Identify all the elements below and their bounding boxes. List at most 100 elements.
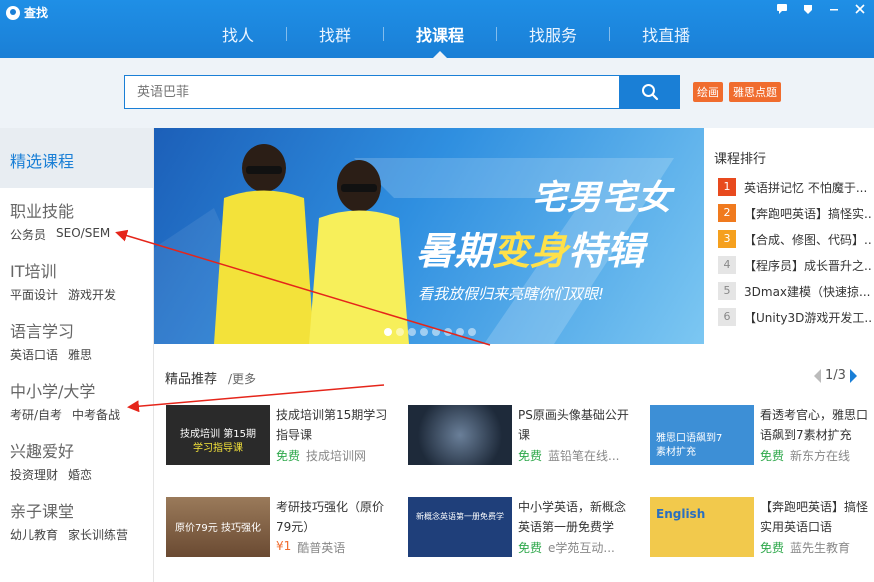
rank-badge: 2 (718, 204, 736, 222)
course-provider: 酷普英语 (297, 541, 346, 555)
recommend-title: 精品推荐 (165, 372, 218, 387)
promo-banner[interactable]: 宅男宅女 暑期变身特辑 看我放假归来亮瞎你们双眼! (154, 128, 704, 344)
carousel-dot[interactable] (396, 328, 404, 336)
category-title[interactable]: 兴趣爱好 (10, 438, 153, 462)
category-subs: 幼儿教育 家长训练营 (10, 526, 153, 543)
tab-find-courses[interactable]: 找课程 (384, 22, 496, 58)
ranking-item[interactable]: 5 3Dmax建模（快速掠... (704, 278, 874, 304)
hot-search-tags: 绘画 雅思点题 (693, 82, 781, 102)
chat-icon[interactable] (774, 3, 790, 17)
course-card[interactable]: 技成培训 第15期 学习指导课 技成培训第15期学习指导课 免费 技成培训网 (166, 405, 406, 469)
tab-find-services[interactable]: 找服务 (497, 22, 609, 46)
rank-badge: 1 (718, 178, 736, 196)
course-card[interactable]: English 【奔跑吧英语】搞怪实用英语口语 免费 蓝先生教育 (650, 497, 874, 561)
category-title[interactable]: 语言学习 (10, 318, 153, 342)
next-page-icon[interactable] (849, 368, 857, 383)
course-price: 免费 (276, 449, 301, 463)
course-price: 免费 (760, 541, 785, 555)
course-meta: 免费 蓝先生教育 (760, 539, 850, 556)
tab-find-people[interactable]: 找人 (190, 22, 286, 46)
ranking-item[interactable]: 6 【Unity3D游戏开发工... (704, 304, 874, 330)
banner-headline: 宅男宅女 (532, 178, 672, 218)
close-icon[interactable] (852, 3, 868, 17)
recommend-more-link[interactable]: /更多 (228, 370, 256, 387)
ranking-course-name: 【程序员】成长晋升之... (744, 258, 872, 273)
course-thumbnail: 新概念英语第一册免费学 (408, 497, 512, 557)
course-meta: 免费 蓝铅笔在线... (518, 447, 619, 464)
carousel-dot[interactable] (444, 328, 452, 336)
category-link[interactable]: 公务员 (10, 226, 46, 243)
course-price: ¥1 (276, 539, 292, 553)
tab-find-live[interactable]: 找直播 (610, 22, 722, 46)
hot-tag-ielts[interactable]: 雅思点题 (729, 82, 781, 102)
ranking-course-name: 【合成、修图、代码】... (744, 232, 872, 247)
ranking-item[interactable]: 3 【合成、修图、代码】... (704, 226, 874, 252)
course-meta: 免费 e学苑互动... (518, 539, 615, 556)
banner-subheadline: 暑期变身特辑 (416, 220, 644, 275)
recommend-header: 精品推荐 /更多 1/3 (154, 362, 874, 392)
carousel-dot[interactable] (420, 328, 428, 336)
category-group: 语言学习 英语口语 雅思 (0, 318, 153, 368)
category-link[interactable]: 英语口语 (10, 346, 58, 363)
search-button[interactable] (620, 75, 680, 109)
category-subs: 考研/自考 中考备战 (10, 406, 153, 423)
course-price: 免费 (518, 449, 543, 463)
category-link[interactable]: 平面设计 (10, 286, 58, 303)
skin-icon[interactable] (800, 3, 816, 17)
thumbnail-caption: 素材扩充 (656, 447, 696, 458)
ranking-course-name: 【奔跑吧英语】搞怪实... (744, 206, 872, 221)
category-link[interactable]: 婚恋 (68, 466, 92, 483)
category-title[interactable]: 职业技能 (10, 198, 153, 222)
thumbnail-caption: 学习指导课 (193, 443, 243, 454)
category-link[interactable]: 家长训练营 (68, 526, 128, 543)
ranking-item[interactable]: 2 【奔跑吧英语】搞怪实... (704, 200, 874, 226)
carousel-dot[interactable] (456, 328, 464, 336)
category-title[interactable]: IT培训 (10, 258, 153, 282)
category-link[interactable]: 雅思 (68, 346, 92, 363)
carousel-dot[interactable] (408, 328, 416, 336)
category-link[interactable]: SEO/SEM (56, 226, 110, 243)
course-title: 考研技巧强化（原价79元） (276, 500, 385, 534)
thumbnail-caption: 新概念英语第一册免费学 (416, 512, 504, 521)
carousel-dot[interactable] (468, 328, 476, 336)
banner-subheadline-part: 特辑 (568, 229, 645, 273)
course-ranking: 课程排行 1 英语拼记忆 不怕魔于... 2 【奔跑吧英语】搞怪实... 3 【… (704, 128, 874, 344)
minimize-icon[interactable] (826, 3, 842, 17)
course-card[interactable]: 雅思口语飙到7 素材扩充 看透考官心，雅思口语飙到7素材扩充 免费 新东方在线 (650, 405, 874, 469)
banner-slogan: 看我放假归来亮瞎你们双眼! (418, 285, 605, 303)
carousel-dot[interactable] (432, 328, 440, 336)
course-price: 免费 (760, 449, 785, 463)
search-input[interactable] (125, 76, 619, 108)
category-link[interactable]: 幼儿教育 (10, 526, 58, 543)
carousel-dot[interactable] (384, 328, 392, 336)
thumbnail-caption: English (656, 507, 706, 521)
category-subs: 投资理财 婚恋 (10, 466, 153, 483)
main-nav: 找人 找群 找课程 找服务 找直播 (190, 22, 722, 58)
category-link[interactable]: 投资理财 (10, 466, 58, 483)
course-card[interactable]: 原价79元 技巧强化 考研技巧强化（原价79元） ¥1 酷普英语 (166, 497, 406, 561)
course-thumbnail: 原价79元 技巧强化 (166, 497, 270, 557)
hot-tag-painting[interactable]: 绘画 (693, 82, 723, 102)
course-provider: 技成培训网 (306, 449, 367, 463)
tab-find-groups[interactable]: 找群 (287, 22, 383, 46)
course-card[interactable]: 新概念英语第一册免费学 中小学英语，新概念英语第一册免费学 免费 e学苑互动..… (408, 497, 648, 561)
category-title[interactable]: 亲子课堂 (10, 498, 153, 522)
category-group: 亲子课堂 幼儿教育 家长训练营 (0, 498, 153, 548)
page-indicator: 1/3 (825, 368, 846, 383)
sidebar-featured-courses[interactable]: 精选课程 (0, 128, 153, 188)
prev-page-icon[interactable] (814, 368, 821, 383)
course-meta: 免费 技成培训网 (276, 447, 366, 464)
category-link[interactable]: 游戏开发 (68, 286, 116, 303)
ranking-item[interactable]: 1 英语拼记忆 不怕魔于... (704, 174, 874, 200)
ranking-item[interactable]: 4 【程序员】成长晋升之... (704, 252, 874, 278)
category-title[interactable]: 中小学/大学 (10, 378, 153, 402)
course-card[interactable]: PS原画头像基础公开课 免费 蓝铅笔在线... (408, 405, 648, 469)
app-title-text: 查找 (24, 6, 49, 20)
course-title: 技成培训第15期学习指导课 (276, 408, 388, 442)
category-link[interactable]: 中考备战 (72, 406, 120, 423)
app-title: 查找 (6, 4, 48, 21)
category-link[interactable]: 考研/自考 (10, 406, 62, 423)
ranking-course-name: 3Dmax建模（快速掠... (744, 284, 871, 299)
tab-find-courses-label: 找课程 (416, 26, 465, 45)
category-subs: 平面设计 游戏开发 (10, 286, 153, 303)
